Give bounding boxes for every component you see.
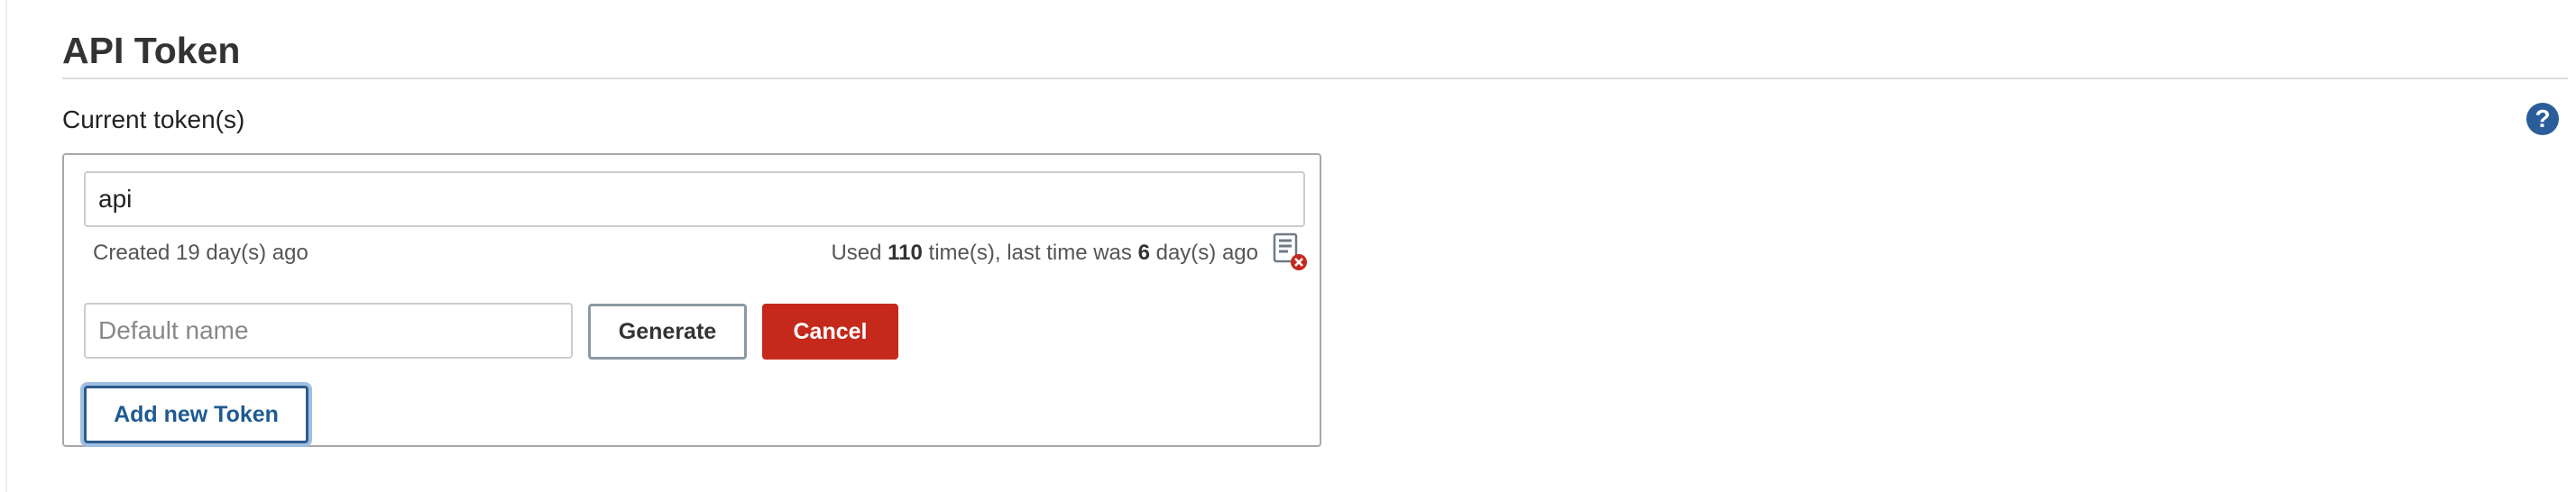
- token-name-field[interactable]: [84, 171, 1305, 227]
- left-divider: [5, 0, 7, 492]
- current-tokens-label: Current token(s): [62, 105, 245, 133]
- new-token-name-input[interactable]: [84, 303, 573, 359]
- usage-prefix: Used: [831, 241, 882, 265]
- cancel-button[interactable]: Cancel: [762, 304, 898, 360]
- revoke-token-icon[interactable]: [1273, 232, 1309, 272]
- generate-button[interactable]: Generate: [588, 304, 747, 360]
- usage-count: 110: [888, 241, 923, 265]
- token-created-text: Created 19 day(s) ago: [93, 241, 308, 265]
- token-list-panel: Created 19 day(s) ago Used 110 time(s), …: [62, 153, 1321, 447]
- token-usage-text: Used 110 time(s), last time was 6 day(s)…: [831, 240, 1258, 267]
- usage-suffix: day(s) ago: [1155, 241, 1258, 265]
- help-icon[interactable]: ?: [2526, 103, 2559, 135]
- api-token-page: API Token Current token(s) ? Created 19 …: [0, 0, 2576, 492]
- section-title: API Token: [62, 30, 241, 71]
- title-divider: [62, 77, 2568, 79]
- add-new-token-button[interactable]: Add new Token: [84, 386, 308, 443]
- usage-middle: time(s), last time was: [928, 241, 1132, 265]
- usage-days: 6: [1137, 241, 1150, 265]
